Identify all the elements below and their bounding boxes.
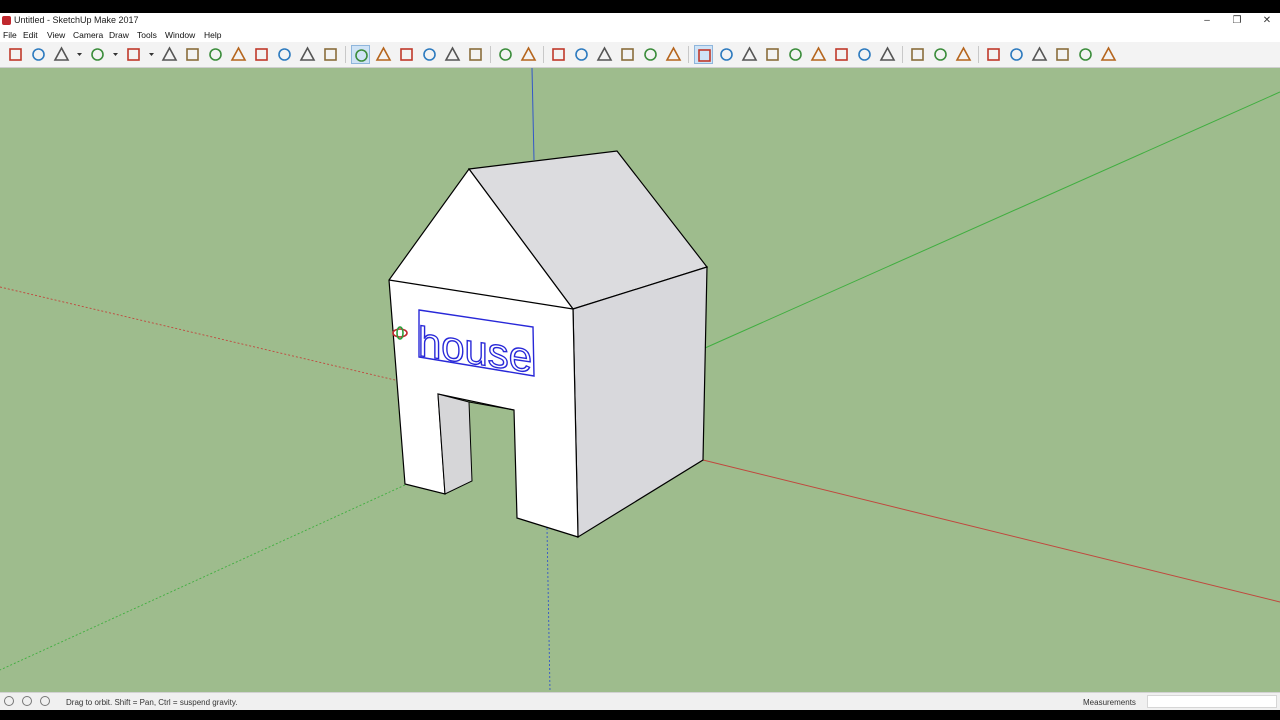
house-model[interactable]: house [388,150,709,539]
menu-view[interactable]: View [47,30,65,40]
measurements-input[interactable] [1147,695,1277,708]
extension-warehouse-icon[interactable] [466,45,485,64]
toolbar-separator [978,46,979,63]
top-letterbox [0,0,1280,13]
select-icon[interactable] [6,45,25,64]
look-around-icon[interactable] [855,45,874,64]
xray-style-icon[interactable] [984,45,1003,64]
right-view-icon[interactable] [618,45,637,64]
paint-bucket-icon[interactable] [321,45,340,64]
sketchup-logo-icon [2,16,11,25]
toolbar-separator [490,46,491,63]
menu-edit[interactable]: Edit [23,30,38,40]
shaded-style-icon[interactable] [1053,45,1072,64]
restore-icon[interactable]: ❐ [1222,13,1252,29]
bottom-letterbox [0,710,1280,720]
orbit-walk-icon[interactable] [694,45,713,64]
iso-view-icon[interactable] [549,45,568,64]
layout-icon[interactable] [496,45,515,64]
red-axis-positive [702,459,1280,603]
zoom-extents-walk-icon[interactable] [786,45,805,64]
tape-measure-icon[interactable] [275,45,294,64]
move-icon[interactable] [206,45,225,64]
ruby-icon[interactable] [519,45,538,64]
toolbar-separator [688,46,689,63]
pan-icon[interactable] [374,45,393,64]
follow-me-icon[interactable] [183,45,202,64]
zoom-extents-icon[interactable] [420,45,439,64]
side-wall-face [572,266,708,539]
status-bar: Drag to orbit. Shift = Pan, Ctrl = suspe… [0,692,1280,711]
green-axis-positive [704,91,1280,349]
rotate-icon[interactable] [229,45,248,64]
measurements-label: Measurements [1083,698,1136,707]
wireframe-style-icon[interactable] [1007,45,1026,64]
menu-draw[interactable]: Draw [109,30,129,40]
main-toolbar [0,42,1280,68]
menu-file[interactable]: File [3,30,17,40]
3d-warehouse-icon[interactable] [443,45,462,64]
blue-axis-positive [531,68,535,161]
toolbar-separator [543,46,544,63]
back-view-icon[interactable] [641,45,660,64]
line-icon[interactable] [52,45,71,64]
display-section-icon[interactable] [954,45,973,64]
arc-dropdown-icon[interactable] [111,45,120,64]
pan-walk-icon[interactable] [717,45,736,64]
rectangle-dropdown-icon[interactable] [147,45,156,64]
zoom-walk-icon[interactable] [740,45,759,64]
section-plane-icon[interactable] [931,45,950,64]
zoom-icon[interactable] [397,45,416,64]
close-icon[interactable]: ✕ [1252,13,1280,29]
walk-icon[interactable] [878,45,897,64]
title-bar: Untitled - SketchUp Make 2017 – ❐ ✕ [0,13,1280,29]
green-axis-negative [0,484,406,671]
menu-bar: File Edit View Camera Draw Tools Window … [0,29,1280,42]
user-credit-icon[interactable] [40,696,50,706]
zoom-window-icon[interactable] [763,45,782,64]
push-pull-icon[interactable] [160,45,179,64]
monochrome-style-icon[interactable] [1099,45,1118,64]
eraser-icon[interactable] [29,45,48,64]
top-view-icon[interactable] [572,45,591,64]
toolbar-separator [345,46,346,63]
shaded-textures-style-icon[interactable] [1076,45,1095,64]
line-dropdown-icon[interactable] [75,45,84,64]
instructor-icon[interactable] [22,696,32,706]
minimize-icon[interactable]: – [1192,13,1222,29]
hidden-line-style-icon[interactable] [1030,45,1049,64]
status-hint: Drag to orbit. Shift = Pan, Ctrl = suspe… [66,698,238,707]
previous-view-icon[interactable] [809,45,828,64]
orbit-icon[interactable] [351,45,370,64]
front-view-icon[interactable] [595,45,614,64]
sketchup-window: Untitled - SketchUp Make 2017 – ❐ ✕ File… [0,0,1280,720]
toolbar-separator [902,46,903,63]
scene-canvas: house [0,68,1280,692]
left-view-icon[interactable] [664,45,683,64]
geo-location-icon[interactable] [4,696,14,706]
rectangle-icon[interactable] [124,45,143,64]
menu-tools[interactable]: Tools [137,30,157,40]
red-axis-negative [0,286,396,381]
arc-icon[interactable] [88,45,107,64]
text-icon[interactable] [298,45,317,64]
menu-window[interactable]: Window [165,30,195,40]
scale-icon[interactable] [252,45,271,64]
modeling-viewport[interactable]: house [0,68,1280,692]
menu-camera[interactable]: Camera [73,30,103,40]
axes-icon[interactable] [908,45,927,64]
menu-help[interactable]: Help [204,30,221,40]
blue-axis-negative [546,527,551,692]
window-title: Untitled - SketchUp Make 2017 [14,15,139,25]
position-camera-icon[interactable] [832,45,851,64]
